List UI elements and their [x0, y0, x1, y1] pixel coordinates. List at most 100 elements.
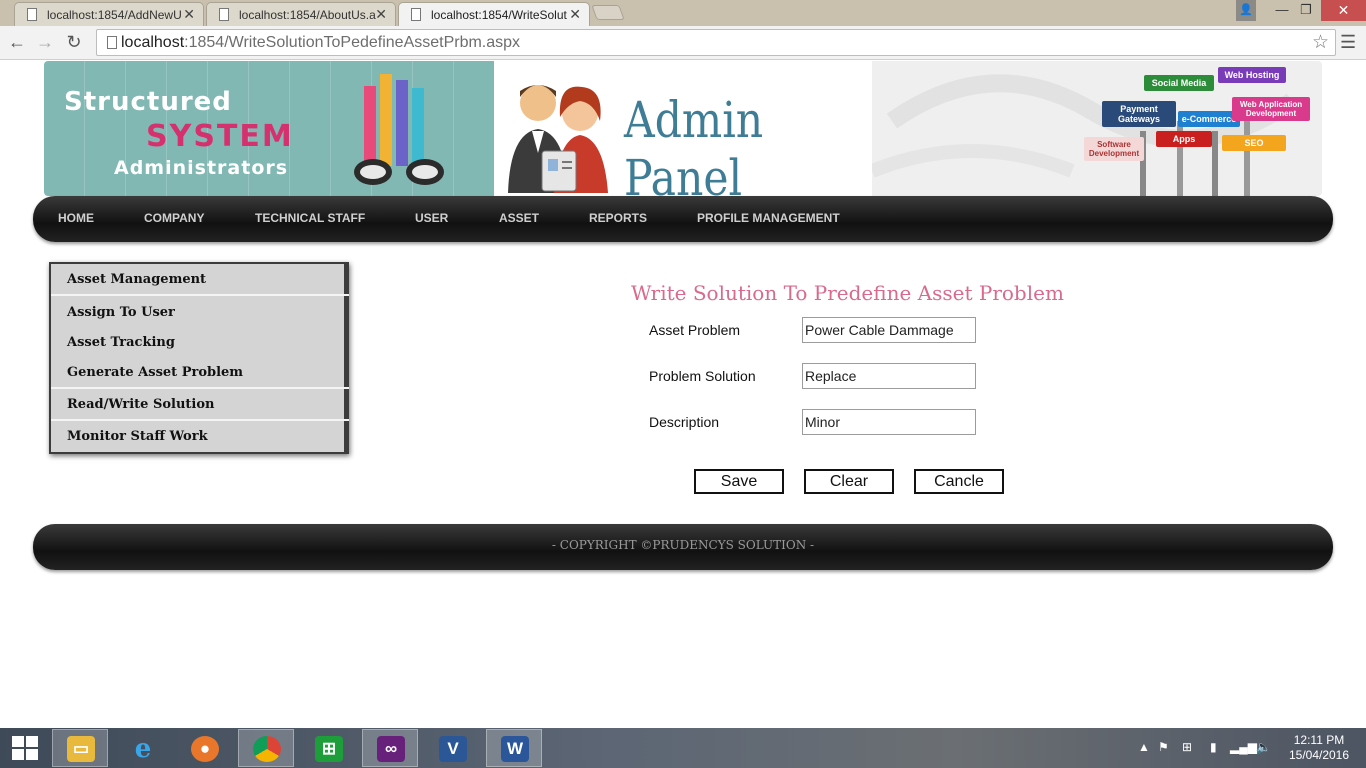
description-input[interactable]: [802, 409, 976, 435]
windows-icon[interactable]: ⊞: [1182, 740, 1192, 754]
sidebar-item-assign-to-user[interactable]: Assign To User: [67, 305, 175, 320]
show-hidden-icons-icon[interactable]: ▲: [1138, 740, 1150, 754]
visio-icon: V: [439, 736, 467, 762]
page-icon: [107, 36, 117, 49]
back-arrow-icon[interactable]: ←: [6, 32, 28, 53]
battery-icon[interactable]: ▮: [1210, 740, 1217, 754]
glasses-icon: [354, 159, 446, 185]
nav-asset[interactable]: ASSET: [499, 211, 539, 225]
tab-title: localhost:1854/AddNewU: [47, 8, 182, 22]
taskbar-visual-studio[interactable]: ∞: [362, 729, 418, 767]
volume-icon[interactable]: 🔈: [1256, 740, 1271, 754]
page-icon: [411, 8, 421, 21]
pencil-icon: [364, 86, 376, 166]
nav-user[interactable]: USER: [415, 211, 448, 225]
sign-social-media: Social Media: [1144, 75, 1214, 91]
browser-tab-strip: localhost:1854/AddNewU ✕ localhost:1854/…: [0, 0, 1366, 27]
nav-company[interactable]: COMPANY: [144, 211, 204, 225]
description-label: Description: [649, 414, 720, 430]
internet-explorer-icon: e: [134, 734, 152, 764]
pencil-icon: [380, 74, 392, 166]
page-title: Write Solution To Predefine Asset Proble…: [631, 281, 1064, 305]
sidebar-item-asset-management[interactable]: Asset Management: [67, 272, 206, 287]
restore-icon[interactable]: ❐: [1296, 0, 1316, 21]
asset-problem-input[interactable]: [802, 317, 976, 343]
sign-e-commerce: e-Commerce: [1178, 111, 1240, 127]
user-icon[interactable]: 👤: [1236, 0, 1256, 21]
sidebar-item-read-write-solution[interactable]: Read/Write Solution: [67, 397, 214, 412]
store-icon: ⊞: [315, 736, 343, 762]
taskbar-store[interactable]: ⊞: [300, 729, 356, 767]
tab-title: localhost:1854/AboutUs.a: [239, 8, 376, 22]
signal-icon[interactable]: ▂▄▆: [1230, 740, 1257, 754]
logo-text-structured: Structured: [64, 87, 232, 117]
save-button[interactable]: Save: [694, 469, 784, 494]
firefox-icon: ●: [191, 736, 219, 762]
reload-icon[interactable]: ↻: [63, 32, 85, 53]
chrome-icon: [253, 736, 281, 762]
sign-web-hosting: Web Hosting: [1218, 67, 1286, 83]
nav-technical-staff[interactable]: TECHNICAL STAFF: [255, 211, 365, 225]
cancel-button[interactable]: Cancle: [914, 469, 1004, 494]
bookmark-star-icon[interactable]: ☆: [1312, 31, 1329, 54]
browser-tab[interactable]: localhost:1854/AddNewU ✕: [14, 2, 204, 26]
folder-icon: ▭: [67, 736, 95, 762]
menu-icon[interactable]: ☰: [1340, 32, 1356, 53]
sign-software-development: Software Development: [1084, 137, 1144, 161]
nav-profile-management[interactable]: PROFILE MANAGEMENT: [697, 211, 840, 225]
divider: [51, 419, 349, 421]
close-icon[interactable]: ✕: [569, 6, 581, 23]
windows-start-icon[interactable]: [12, 736, 38, 760]
word-icon: W: [501, 736, 529, 762]
taskbar-visio[interactable]: V: [424, 729, 480, 767]
address-bar[interactable]: localhost:1854/WriteSolutionToPedefineAs…: [96, 29, 1336, 56]
admin-panel-title: Admin Panel: [624, 91, 764, 207]
admin-panel-title-area: Admin Panel: [494, 61, 872, 207]
sign-web-application-development: Web Application Development: [1232, 97, 1310, 121]
problem-solution-label: Problem Solution: [649, 368, 756, 384]
divider: [51, 294, 349, 296]
browser-tab-active[interactable]: localhost:1854/WriteSolut ✕: [398, 2, 590, 27]
close-icon[interactable]: ✕: [183, 6, 195, 23]
url-text: localhost:1854/WriteSolutionToPedefineAs…: [121, 34, 521, 51]
page-icon: [27, 8, 37, 21]
tab-title: localhost:1854/WriteSolut: [431, 8, 567, 22]
forward-arrow-icon[interactable]: →: [34, 32, 56, 53]
sidebar-item-generate-asset-problem[interactable]: Generate Asset Problem: [67, 365, 243, 380]
close-window-icon[interactable]: ✕: [1321, 0, 1366, 21]
divider: [51, 387, 349, 389]
nav-home[interactable]: HOME: [58, 211, 94, 225]
page-icon: [219, 8, 229, 21]
visual-studio-icon: ∞: [377, 736, 405, 762]
taskbar-chrome[interactable]: [238, 729, 294, 767]
sidebar-item-asset-tracking[interactable]: Asset Tracking: [67, 335, 175, 350]
sign-seo: SEO: [1222, 135, 1286, 151]
clock-date: 15/04/2016: [1288, 748, 1350, 762]
pencil-icon: [412, 88, 424, 166]
taskbar-word[interactable]: W: [486, 729, 542, 767]
close-icon[interactable]: ✕: [375, 6, 387, 23]
sign-payment-gateways: Payment Gateways: [1102, 101, 1176, 127]
sign-apps: Apps: [1156, 131, 1212, 147]
asset-problem-label: Asset Problem: [649, 322, 741, 338]
windows-taskbar: ▭ e ● ⊞ ∞ V W ▲ ⚑ ⊞ ▮ ▂▄▆ 🔈 12:11 PM 15/…: [0, 728, 1366, 768]
problem-solution-input[interactable]: [802, 363, 976, 389]
taskbar-firefox[interactable]: ●: [176, 729, 232, 767]
minimize-icon[interactable]: —: [1272, 0, 1292, 21]
main-nav: HOME COMPANY TECHNICAL STAFF USER ASSET …: [33, 196, 1333, 242]
new-tab-button[interactable]: [591, 5, 625, 20]
footer-bar: - COPYRIGHT ©PRUDENCYS SOLUTION -: [33, 524, 1333, 570]
action-center-flag-icon[interactable]: ⚑: [1158, 740, 1169, 754]
taskbar-file-explorer[interactable]: ▭: [52, 729, 108, 767]
taskbar-internet-explorer[interactable]: e: [114, 729, 170, 767]
asset-side-menu: Asset Management Assign To User Asset Tr…: [49, 262, 349, 454]
logo-text-system: SYSTEM: [146, 119, 294, 154]
sidebar-item-monitor-staff-work[interactable]: Monitor Staff Work: [67, 429, 208, 444]
admin-users-icon: [508, 85, 608, 193]
services-signs-panel: Social Media Web Hosting Payment Gateway…: [872, 61, 1322, 196]
nav-reports[interactable]: REPORTS: [589, 211, 647, 225]
copyright-text: - COPYRIGHT ©PRUDENCYS SOLUTION -: [551, 538, 815, 552]
taskbar-clock[interactable]: 12:11 PM 15/04/2016: [1286, 733, 1352, 763]
browser-tab[interactable]: localhost:1854/AboutUs.a ✕: [206, 2, 396, 26]
clear-button[interactable]: Clear: [804, 469, 894, 494]
